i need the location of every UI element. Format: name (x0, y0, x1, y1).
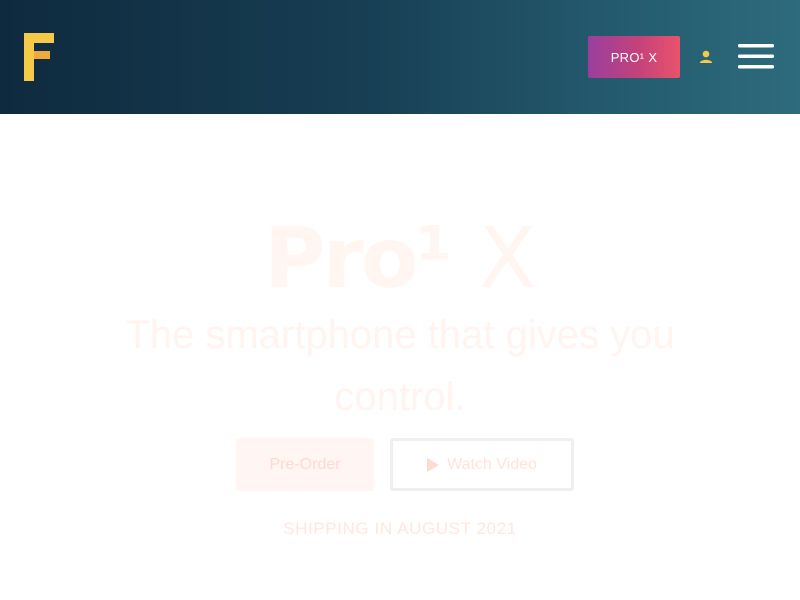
hero-title-product: Pro¹ (263, 209, 452, 307)
hero-subtitle: The smartphone that gives you control. (125, 313, 675, 419)
hero-title-model: X (478, 209, 537, 307)
watch-video-button[interactable]: Watch Video (390, 438, 574, 491)
fxtec-logo-icon[interactable] (24, 33, 54, 81)
site-header: PRO¹ X (0, 0, 800, 114)
shipping-notice: SHIPPING IN AUGUST 2021 (283, 519, 517, 538)
pre-order-button[interactable]: Pre-Order (236, 438, 374, 491)
play-icon (427, 457, 440, 472)
hero-title: Pro¹ X (0, 210, 800, 306)
hero-cta-row: Pre-Order Watch Video (0, 438, 800, 492)
watch-video-label: Watch Video (447, 455, 537, 473)
hamburger-menu-icon[interactable] (738, 42, 774, 70)
pro1x-button[interactable]: PRO¹ X (588, 36, 680, 78)
user-icon[interactable] (698, 49, 714, 65)
